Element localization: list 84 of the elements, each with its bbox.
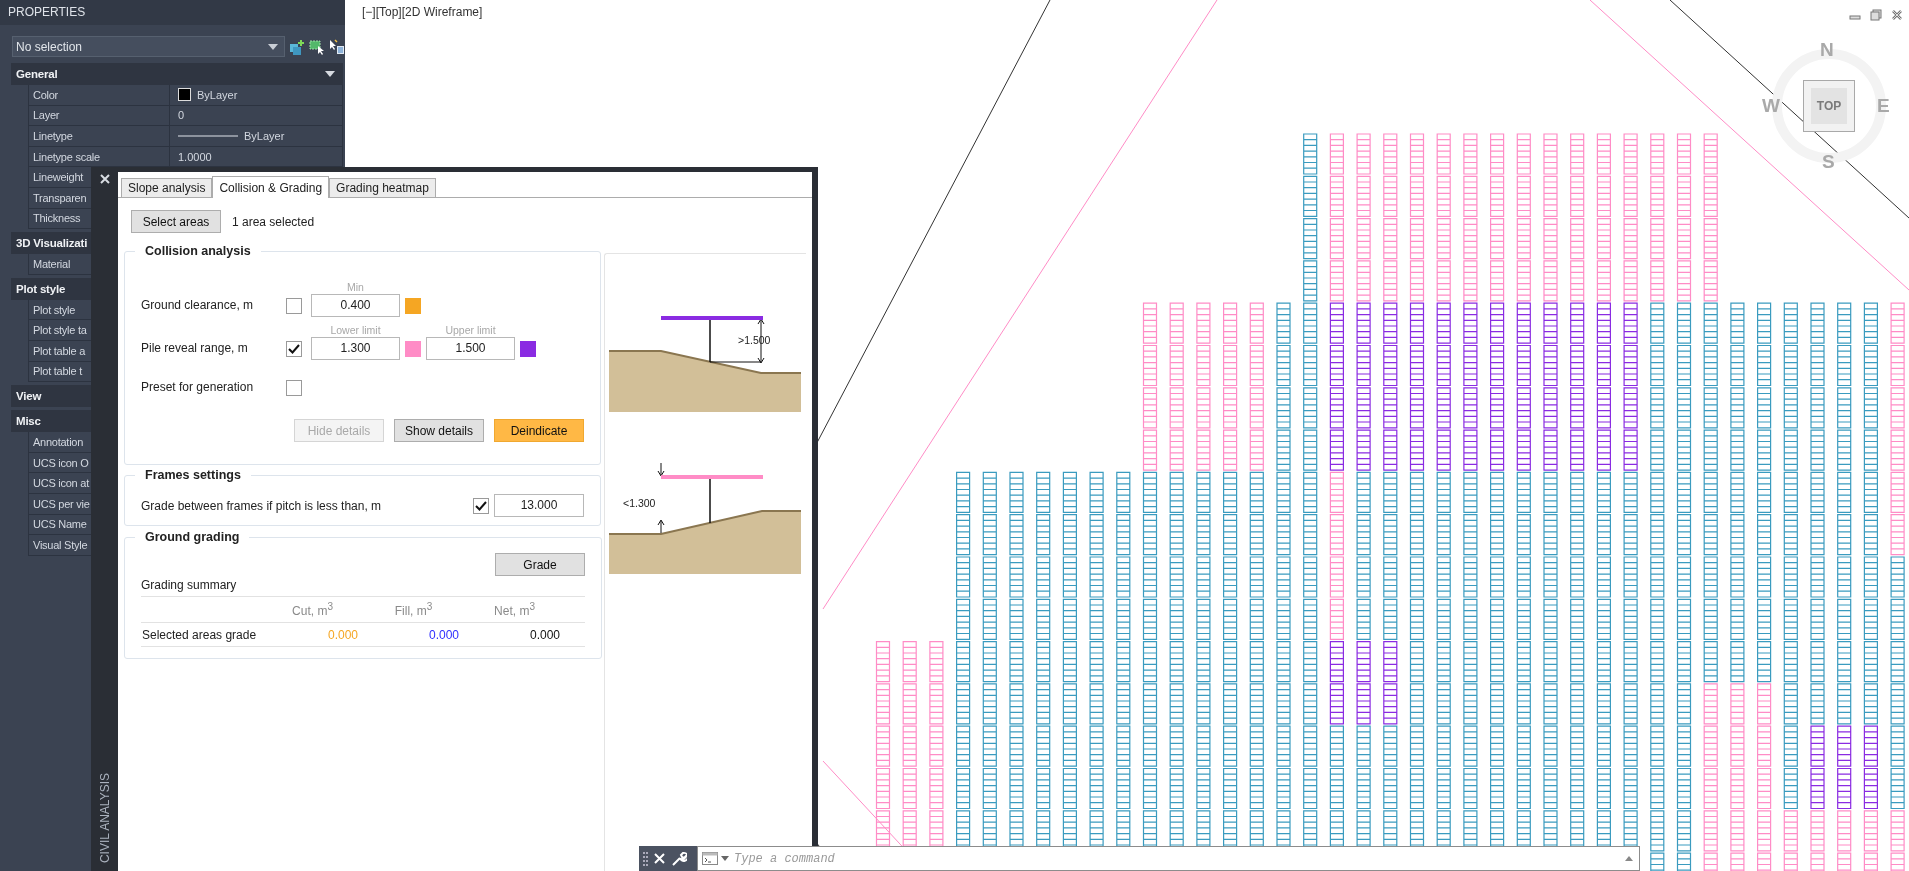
- action-button[interactable]: Show details: [394, 419, 484, 442]
- column-header: Cut, m$^{3}$: [291, 601, 334, 618]
- color-swatch[interactable]: [520, 340, 536, 357]
- section-title: Ground grading: [144, 530, 241, 545]
- checkbox[interactable]: [286, 297, 302, 314]
- cursor-list-icon[interactable]: [329, 38, 345, 55]
- field-label: Ground clearance, m: [141, 297, 255, 314]
- caret-icon[interactable]: [721, 856, 729, 861]
- property-name: Layer: [33, 109, 60, 122]
- property-value: ByLayer: [197, 88, 238, 101]
- action-button[interactable]: Deindicate: [494, 419, 584, 442]
- table-cell-text: 0.000: [528, 627, 561, 642]
- property-name: UCS per vie: [33, 497, 90, 510]
- property-name: Lineweight: [33, 171, 84, 184]
- column-header: Net, m$^{3}$: [493, 601, 536, 618]
- property-name: Visual Style: [33, 538, 88, 551]
- color-swatch[interactable]: [405, 297, 421, 314]
- property-name: Color: [33, 88, 59, 101]
- panel-title: PROPERTIES: [0, 0, 345, 25]
- property-name: Linetype scale: [33, 150, 100, 163]
- summary-title: Grading summary: [141, 578, 238, 592]
- dimension-label: <1.300: [623, 497, 656, 509]
- property-value: 1.0000: [178, 150, 212, 163]
- number-input-field[interactable]: 1.500: [426, 337, 515, 360]
- palette-title: CIVIL ANALYSIS: [97, 772, 112, 863]
- property-name: Transparen: [33, 191, 87, 204]
- color-swatch[interactable]: [405, 340, 421, 357]
- property-name: UCS icon at: [33, 477, 89, 490]
- layers-plus-icon[interactable]: [289, 38, 305, 55]
- property-name: Material: [33, 257, 71, 270]
- field-label: Preset for generation: [141, 379, 255, 396]
- viewport-control-link[interactable]: [2D Wireframe]: [401, 5, 483, 19]
- number-input-field[interactable]: 0.400: [311, 294, 400, 317]
- wrench-icon[interactable]: [671, 850, 687, 867]
- property-name: UCS Name: [33, 518, 87, 531]
- section-title: Frames settings: [144, 468, 242, 483]
- command-input-field[interactable]: Type a command: [732, 850, 1622, 867]
- property-name: Plot table a: [33, 344, 86, 357]
- property-name: UCS icon O: [33, 456, 89, 469]
- field-caption: Min: [347, 280, 364, 294]
- tab[interactable]: Slope analysis: [121, 178, 213, 197]
- checkbox[interactable]: [473, 497, 489, 514]
- property-name: Plot table t: [33, 365, 82, 378]
- color-swatch-icon: [178, 88, 191, 102]
- selection-cursor-icon[interactable]: [309, 38, 325, 55]
- tab[interactable]: Collision & Grading: [212, 176, 330, 198]
- terminal-icon[interactable]: [702, 852, 718, 865]
- up-arrow-icon[interactable]: [1625, 856, 1633, 861]
- field-caption: Upper limit: [445, 323, 496, 337]
- property-value: ByLayer: [244, 130, 285, 142]
- checkbox[interactable]: [286, 379, 302, 396]
- select-areas-button[interactable]: Select areas: [131, 210, 221, 233]
- caret-icon: [268, 43, 278, 50]
- linetype-sample-icon: [178, 134, 238, 138]
- column-header: Fill, m$^{3}$: [393, 601, 434, 618]
- grade-button[interactable]: Grade: [495, 553, 585, 576]
- selection-status: 1 area selected: [232, 214, 315, 229]
- property-name: Linetype: [33, 130, 73, 142]
- section-title: Plot style: [16, 282, 66, 295]
- section-title: View: [16, 390, 42, 403]
- property-name: Thickness: [33, 212, 81, 225]
- number-input-field[interactable]: 13.000: [494, 494, 584, 517]
- viewport-control-link[interactable]: [Top]: [375, 5, 402, 19]
- property-name: Annotation: [33, 435, 84, 448]
- section-title: General: [16, 68, 58, 80]
- restore-icon[interactable]: [1870, 9, 1882, 21]
- field-label: Pile reveal range, m: [141, 340, 249, 357]
- section-title: 3D Visualizati: [16, 237, 88, 250]
- viewport-control-link[interactable]: [−]: [362, 5, 376, 19]
- property-name: Plot style ta: [33, 324, 87, 337]
- number-input-field[interactable]: 1.300: [311, 337, 400, 360]
- checkbox[interactable]: [286, 340, 302, 357]
- close-icon[interactable]: [1891, 9, 1903, 21]
- property-value: 0: [178, 109, 185, 122]
- selection-dropdown[interactable]: No selection: [12, 36, 285, 57]
- dimension-label: >1.500: [738, 334, 771, 346]
- table-cell-text: 0.000: [427, 627, 460, 642]
- row-label: Selected areas grade: [141, 627, 258, 642]
- section-title: Misc: [16, 415, 41, 428]
- property-name: Plot style: [33, 303, 76, 316]
- grip-icon[interactable]: [643, 850, 648, 867]
- tab[interactable]: Grading heatmap: [329, 178, 436, 197]
- section-title: Collision analysis: [144, 244, 252, 259]
- section-header[interactable]: General: [11, 63, 343, 85]
